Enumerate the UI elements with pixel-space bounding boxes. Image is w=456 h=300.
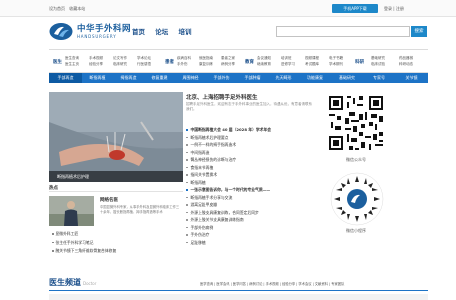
list-item[interactable]: 显微外科工匠 [52,230,116,239]
logo-text[interactable]: 中华手外科网 [77,24,131,34]
section-divider [49,290,428,291]
category-doctor[interactable]: 医生 [53,59,62,65]
news-headline[interactable]: 北京、上海招聘手足外科医生 [186,93,258,101]
hero-caption[interactable]: 断指再植术后护理 [49,171,183,182]
category-link[interactable]: 病例分享 [221,61,235,67]
list-item[interactable]: 断指再植手术分享与交流 [186,194,271,202]
list-item[interactable]: 外源上肢关节支具康复训练指南 [186,216,271,224]
list-item[interactable]: 一例不一样的拇手指再造术 [186,141,271,149]
category-link[interactable]: 手外伤 [177,61,191,67]
list-item[interactable]: 指间关节置换术 [186,171,271,179]
category-link[interactable]: 临床试验 [371,61,385,67]
list-item[interactable]: 足趾移植 [186,239,271,247]
hot-list: 显微外科工匠 张主任手外科学习笔记 腕关节镜下三角纤维软骨复合体修复 [52,230,117,256]
list-item[interactable]: 食指末节再植 [186,164,271,172]
list-item[interactable]: 中间指再造 [186,149,271,157]
topic-tab[interactable]: 拇指再造 [113,73,144,83]
topic-tab[interactable]: 基础研究 [331,73,363,83]
list-item[interactable]: 外源上肢支具康复训练，合同签定后同步 [186,209,271,217]
category-link[interactable]: 医生主页 [65,61,79,67]
list-item[interactable]: 中国断指再植大会 40 届（2028 年）学术年会 [186,126,272,134]
hero-surgery-image[interactable] [49,92,183,182]
category-education[interactable]: 教育 [245,59,254,65]
hot-doctor-photo[interactable] [49,196,94,226]
list-item[interactable]: 张主任手外科学习笔记 [52,239,116,248]
topic-tab[interactable]: 关节镜 [395,73,428,83]
set-homepage-link[interactable]: 设为首页 [49,6,65,11]
search-input[interactable] [276,26,410,37]
category-link[interactable]: 科研动态 [399,61,413,67]
qr-caption-wechat: 微信公众号 [346,157,366,162]
nav-forum[interactable]: 论坛 [155,28,168,36]
section-content-area [49,294,428,300]
main-nav: 首页 论坛 培训 [132,28,200,36]
list-item[interactable]: 断指再植 [186,179,271,187]
bookmark-link[interactable]: 收藏本站 [69,6,85,11]
hot-article-title[interactable]: 网络名医 [100,197,118,203]
category-link[interactable]: 临床研究 [113,61,127,67]
nav-home[interactable]: 首页 [132,28,145,36]
category-menu: 医生 医生查询 医生主页 手术视频 经验分享 论文写作 临床研究 学术论坛 行医感悟 患… [49,49,428,73]
list-item[interactable]: 腕关节镜下三角纤维软骨复合体修复 [52,247,117,256]
logo-subtext: HANDSURGERY [77,34,117,39]
category-link[interactable]: 学术期刊 [329,61,343,67]
login-register-link[interactable]: 登录 | 注册 [384,6,404,11]
list-item[interactable]: 游离足趾甲皮瓣 [186,201,271,209]
list-item[interactable]: 一张示意图告诉你，与一个时代的专业气质—— [186,186,271,194]
list-item[interactable]: 手外伤治疗 [186,231,271,239]
category-link[interactable]: 继续教育 [257,61,271,67]
category-link[interactable]: 经验分享 [89,61,103,67]
topic-nav-bar: 手部再造 断指再植 拇指再造 修复重建 周围神经 手部外伤 手部肿瘤 先天畸形 … [49,73,428,83]
category-link[interactable]: 行医感悟 [137,61,151,67]
qr-caption-miniprogram: 微信小程序 [346,228,366,233]
app-download-button[interactable]: 手机APP下载 [332,4,378,13]
category-link[interactable]: 康复训练 [199,61,213,67]
search-button[interactable]: 搜索 [411,26,427,37]
top-links: 设为首页 收藏本站 [49,6,88,11]
topic-tab[interactable]: 手部肿瘤 [237,73,268,83]
qr-code-miniprogram [330,172,384,226]
category-research[interactable]: 科研 [355,59,364,65]
news-list: 中国断指再植大会 40 届（2028 年）学术年会 断指再植术后护理要点 一例不… [186,126,272,247]
qr-code-wechat [327,94,385,152]
list-item[interactable]: 手部外伤病例 [186,224,271,232]
section-subtitle: Doctor [83,281,97,286]
category-link[interactable]: 考试题库 [305,61,319,67]
section-links[interactable]: 医学查询 | 医学会讯 | 医学问答 | 病例讨论 | 手术视频 | 经验分享 … [200,282,344,287]
logo-icon[interactable] [49,22,73,41]
topic-tab[interactable]: 周围神经 [175,73,206,83]
news-summary: 招聘手足外科医生，欢迎有志于手外科事业的医生加入，待遇从优，有意者请联系我们。 [186,102,312,111]
section-title: 医生频道 Doctor [49,278,96,289]
nav-training[interactable]: 培训 [179,28,192,36]
topic-tab[interactable]: 专家号 [363,73,395,83]
section-title-text: 医生频道 [49,278,81,287]
topic-tab[interactable]: 功能康复 [299,73,331,83]
list-item[interactable]: 臂丛神经损伤的诊断与治疗 [186,156,271,164]
hot-divider [49,191,183,192]
hot-article-desc: 中国显微外科专家，从事手外科及显微外科临床工作三十余年，擅长断指再植、拇手指再造… [100,205,180,214]
category-link[interactable]: 进修学习 [281,61,295,67]
topic-tab[interactable]: 先天畸形 [268,73,299,83]
category-patient[interactable]: 患者 [165,59,174,65]
topic-tab[interactable]: 手部再造 [49,73,82,83]
topic-tab[interactable]: 手部外伤 [206,73,237,83]
topic-tab[interactable]: 修复重建 [144,73,175,83]
topic-tab[interactable]: 断指再植 [82,73,113,83]
list-item[interactable]: 断指再植术后护理要点 [186,134,271,142]
